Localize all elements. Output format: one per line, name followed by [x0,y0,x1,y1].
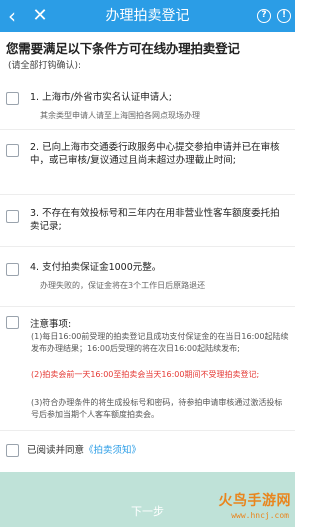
agreement-row[interactable]: 已阅读并同意《拍卖须知》 [0,438,295,462]
agreement-prefix: 已阅读并同意 [27,445,85,456]
condition-text-1: 1. 上海市/外省市实名认证申请人; [30,92,172,103]
note-2-alert: (2)拍卖会前一天16:00至拍卖会当天16:00期间不受理拍卖登记; [31,370,260,379]
condition-note-4: 办理失败的，保证金将在3个工作日后原路退还 [40,281,206,290]
condition-note-1: 其余类型申请人请至上海国拍各网点现场办理 [40,111,200,120]
notes-title: 注意事项: [30,319,72,330]
agreement-checkbox[interactable] [6,444,19,457]
condition-item-1[interactable]: 1. 上海市/外省市实名认证申请人; 其余类型申请人请至上海国拍各网点现场办理 [0,82,295,130]
info-icon[interactable]: ! [277,9,291,23]
conditions-heading: 您需要满足以下条件方可在线办理拍卖登记 [6,41,240,56]
condition-text-3: 3. 不存在有效投标号和三年内在用非营业性客车额度委托拍卖记录; [30,208,280,232]
condition-item-4[interactable]: 4. 支付拍卖保证金1000元整。 办理失败的，保证金将在3个工作日后原路退还 [0,247,295,307]
condition-checkbox-1[interactable] [6,92,19,105]
watermark-brand: 火鸟手游网 [218,493,291,509]
condition-text-4: 4. 支付拍卖保证金1000元整。 [30,262,162,273]
condition-item-2[interactable]: 2. 已向上海市交通委行政服务中心提交参拍申请并已在审核中，或已审核/复议通过且… [0,130,295,195]
page-title: 办理拍卖登记 [105,8,190,24]
condition-checkbox-2[interactable] [6,144,19,157]
notes-checkbox[interactable] [6,316,19,329]
nav-bar: ‹ ✕ 办理拍卖登记 ? ! [0,0,295,32]
back-icon[interactable]: ‹ [2,0,22,32]
condition-checkbox-3[interactable] [6,210,19,223]
condition-checkbox-4[interactable] [6,263,19,276]
help-icon[interactable]: ? [257,9,271,23]
close-icon[interactable]: ✕ [28,0,52,32]
watermark-url: www.hncj.com [231,511,289,520]
condition-text-2: 2. 已向上海市交通委行政服务中心提交参拍申请并已在审核中，或已审核/复议通过且… [30,142,280,166]
note-1: (1)每日16:00前受理的拍卖登记且成功支付保证金的在当日16:00起陆续发布… [31,332,289,353]
note-3: (3)符合办理条件的将生成投标号和密码，待参拍申请审核通过激活投标号后参加当期个… [31,398,283,419]
conditions-subheading: (请全部打钩确认): [8,61,82,71]
auction-notice-link[interactable]: 《拍卖须知》 [84,445,141,456]
condition-item-3[interactable]: 3. 不存在有效投标号和三年内在用非营业性客车额度委托拍卖记录; [0,195,295,247]
agreement-text: 已阅读并同意《拍卖须知》 [27,442,141,456]
site-watermark: 火鸟手游网 www.hncj.com [201,490,293,524]
